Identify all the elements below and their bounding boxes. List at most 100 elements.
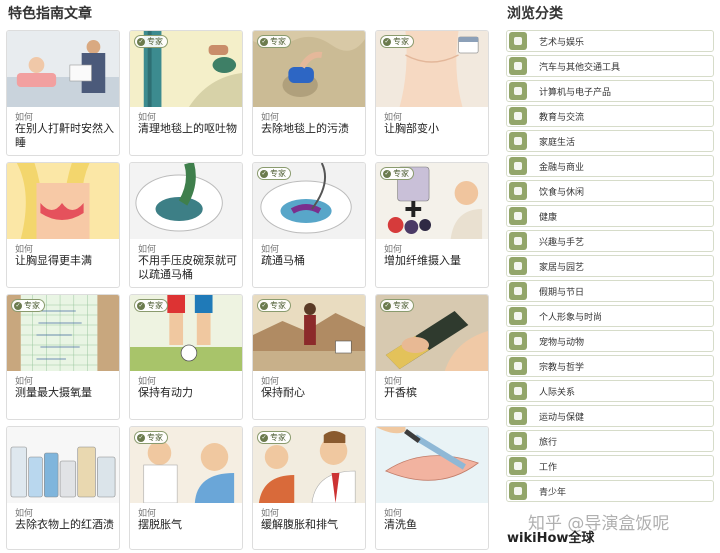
home-icon (509, 132, 527, 150)
article-title[interactable]: 疏通马桶 (261, 254, 361, 268)
expert-badge: ✓ 专家 (380, 299, 414, 312)
article-title[interactable]: 去除地毯上的污渍 (261, 122, 361, 136)
article-title[interactable]: 保持耐心 (261, 386, 361, 400)
check-icon: ✓ (260, 37, 268, 46)
heart-icon (509, 382, 527, 400)
article-title[interactable]: 缓解腹胀和排气 (261, 518, 361, 532)
category-item-home-garden[interactable]: 家居与园艺 (506, 255, 714, 277)
expert-label: 专家 (147, 37, 163, 46)
hobby-icon (509, 232, 527, 250)
article-thumbnail: ✓ 专家 (253, 427, 365, 503)
article-title[interactable]: 清理地毯上的呕吐物 (138, 122, 238, 136)
article-card[interactable]: ✓ 专家 如何 保持耐心 (252, 294, 366, 420)
article-title[interactable]: 让胸部变小 (384, 122, 484, 136)
article-card[interactable]: ✓ 专家 如何 摆脱胀气 (129, 426, 243, 550)
article-thumbnail: ✓ 专家 (253, 31, 365, 107)
article-title[interactable]: 不用手压皮碗泵就可以疏通马桶 (138, 254, 238, 282)
article-title[interactable]: 在别人打鼾时安然入睡 (15, 122, 115, 150)
religion-icon (509, 357, 527, 375)
article-thumbnail: ✓ 专家 (130, 295, 242, 371)
article-title[interactable]: 让胸显得更丰满 (15, 254, 115, 268)
category-item-hobbies[interactable]: 兴趣与手艺 (506, 230, 714, 252)
category-label: 运动与保健 (539, 412, 585, 423)
category-item-religion[interactable]: 宗教与哲学 (506, 355, 714, 377)
category-label: 饮食与休闲 (539, 187, 585, 198)
article-thumbnail (376, 427, 488, 503)
expert-badge: ✓ 专家 (380, 167, 414, 180)
computer-icon (509, 82, 527, 100)
category-item-pets[interactable]: 宠物与动物 (506, 330, 714, 352)
expert-badge: ✓ 专家 (134, 299, 168, 312)
category-item-holidays[interactable]: 假期与节日 (506, 280, 714, 302)
category-item-computers[interactable]: 计算机与电子产品 (506, 80, 714, 102)
category-label: 教育与交流 (539, 112, 585, 123)
category-label: 家庭生活 (539, 137, 576, 148)
check-icon: ✓ (137, 37, 145, 46)
article-card[interactable]: ✓ 专家 如何 缓解腹胀和排气 (252, 426, 366, 550)
expert-badge: ✓ 专家 (257, 431, 291, 444)
article-title[interactable]: 测量最大摄氧量 (15, 386, 115, 400)
category-label: 汽车与其他交通工具 (539, 62, 621, 73)
article-card[interactable]: 如何 去除衣物上的红酒渍 (6, 426, 120, 550)
check-icon: ✓ (260, 169, 268, 178)
category-item-arts[interactable]: 艺术与娱乐 (506, 30, 714, 52)
article-card[interactable]: ✓ 专家 如何 保持有动力 (129, 294, 243, 420)
holiday-icon (509, 282, 527, 300)
expert-label: 专家 (270, 301, 286, 310)
article-card[interactable]: ✓ 专家 如何 疏通马桶 (252, 162, 366, 288)
expert-label: 专家 (147, 433, 163, 442)
article-title[interactable]: 增加纤维摄入量 (384, 254, 484, 268)
article-thumbnail: ✓ 专家 (130, 427, 242, 503)
expert-label: 专家 (393, 169, 409, 178)
article-card[interactable]: ✓ 专家 如何 增加纤维摄入量 (375, 162, 489, 288)
category-label: 青少年 (539, 487, 567, 498)
article-card[interactable]: ✓ 专家 如何 开香槟 (375, 294, 489, 420)
category-item-family[interactable]: 家庭生活 (506, 130, 714, 152)
category-label: 健康 (539, 212, 558, 223)
category-label: 工作 (539, 462, 558, 473)
category-item-cars[interactable]: 汽车与其他交通工具 (506, 55, 714, 77)
expert-label: 专家 (270, 169, 286, 178)
category-item-education[interactable]: 教育与交流 (506, 105, 714, 127)
article-thumbnail (7, 163, 119, 239)
category-item-style[interactable]: 个人形象与时尚 (506, 305, 714, 327)
finance-icon (509, 157, 527, 175)
category-item-finance[interactable]: 金融与商业 (506, 155, 714, 177)
category-item-travel[interactable]: 旅行 (506, 430, 714, 452)
category-item-work[interactable]: 工作 (506, 455, 714, 477)
article-card[interactable]: ✓ 专家 如何 去除地毯上的污渍 (252, 30, 366, 156)
article-card[interactable]: 如何 不用手压皮碗泵就可以疏通马桶 (129, 162, 243, 288)
article-thumbnail: ✓ 专家 (376, 163, 488, 239)
category-label: 假期与节日 (539, 287, 585, 298)
article-title[interactable]: 开香槟 (384, 386, 484, 400)
expert-badge: ✓ 专家 (257, 299, 291, 312)
arts-icon (509, 32, 527, 50)
expert-label: 专家 (270, 433, 286, 442)
article-card[interactable]: ✓ 专家 如何 清理地毯上的呕吐物 (129, 30, 243, 156)
article-title[interactable]: 去除衣物上的红酒渍 (15, 518, 115, 532)
check-icon: ✓ (137, 433, 145, 442)
category-item-relationships[interactable]: 人际关系 (506, 380, 714, 402)
article-card[interactable]: 如何 清洗鱼 (375, 426, 489, 550)
category-label: 旅行 (539, 437, 558, 448)
article-card[interactable]: ✓ 专家 如何 测量最大摄氧量 (6, 294, 120, 420)
check-icon: ✓ (260, 433, 268, 442)
category-label: 艺术与娱乐 (539, 37, 585, 48)
check-icon: ✓ (14, 301, 22, 310)
article-title[interactable]: 清洗鱼 (384, 518, 484, 532)
wikihow-global-title: wikiHow全球 (507, 531, 595, 546)
category-item-sports[interactable]: 运动与保健 (506, 405, 714, 427)
article-thumbnail: ✓ 专家 (253, 295, 365, 371)
article-title[interactable]: 保持有动力 (138, 386, 238, 400)
article-card[interactable]: 如何 在别人打鼾时安然入睡 (6, 30, 120, 156)
article-card[interactable]: ✓ 专家 如何 让胸部变小 (375, 30, 489, 156)
check-icon: ✓ (383, 301, 391, 310)
article-thumbnail (130, 163, 242, 239)
style-icon (509, 307, 527, 325)
category-item-health[interactable]: 健康 (506, 205, 714, 227)
check-icon: ✓ (137, 301, 145, 310)
article-card[interactable]: 如何 让胸显得更丰满 (6, 162, 120, 288)
category-item-youth[interactable]: 青少年 (506, 480, 714, 502)
article-title[interactable]: 摆脱胀气 (138, 518, 238, 532)
category-item-food[interactable]: 饮食与休闲 (506, 180, 714, 202)
